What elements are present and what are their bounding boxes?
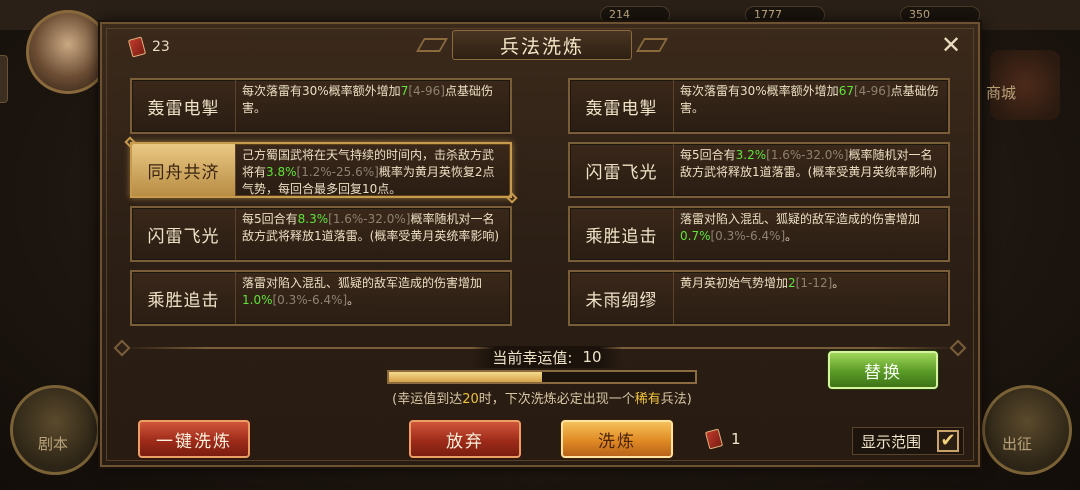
skill-text: 每次落雷有30%概率额外增加 (242, 84, 401, 98)
show-range-checkbox[interactable]: ✔ (937, 430, 959, 452)
player-avatar[interactable] (26, 10, 110, 94)
luck-note: (幸运值到达20时，下次洗炼必定出现一个稀有兵法) (102, 388, 982, 407)
refine-button[interactable]: 洗炼 (561, 420, 673, 458)
title-ornament-left (415, 38, 449, 52)
luck-label: 当前幸运值: (492, 348, 573, 367)
skill-card[interactable]: 乘胜追击 落雷对陷入混乱、狐疑的敌军造成的伤害增加 0.7%[0.3%-6.4%]。 (568, 206, 950, 262)
skill-card[interactable]: 未雨绸缪 黄月英初始气势增加2[1-12]。 (568, 270, 950, 326)
skill-description: 每次落雷有30%概率额外增加67[4-96]点基础伤害。 (674, 80, 948, 132)
skill-range: [1.6%-32.0%] (766, 148, 849, 162)
skill-name: 轰雷电掣 (570, 80, 674, 132)
skill-name: 未雨绸缪 (570, 272, 674, 324)
skill-text: 落雷对陷入混乱、狐疑的敌军造成的伤害增加 (680, 212, 921, 226)
give-up-button[interactable]: 放弃 (409, 420, 521, 458)
scroll-counter: 23 (127, 36, 170, 58)
divider-ornament (113, 339, 131, 357)
shop-label: 商城 (986, 84, 1017, 102)
luck-value: 10 (582, 348, 602, 366)
refine-cost-amount: 1 (731, 430, 741, 448)
skill-text: 。 (785, 229, 798, 243)
scroll-count: 23 (152, 39, 170, 55)
skill-text: 黄月英初始气势增加 (680, 276, 789, 290)
replace-button[interactable]: 替换 (828, 351, 938, 389)
skill-text: 落雷对陷入混乱、狐疑的敌军造成的伤害增加 (242, 276, 483, 290)
skill-description: 每5回合有3.2%[1.6%-32.0%]概率随机对一名敌方武将释放1道落雷。(… (674, 144, 948, 196)
luck-progress-bar (387, 370, 697, 384)
one-click-refine-button[interactable]: 一键洗炼 (138, 420, 250, 458)
skill-name: 乘胜追击 (570, 208, 674, 260)
luck-note-prefix: (幸运值到达 (392, 392, 463, 407)
march-button-label: 出征 (1002, 435, 1033, 453)
skill-refine-dialog: 23 兵法洗炼 ✕ 轰雷电掣 每次落雷有30%概率额外增加7[4-96]点基础伤害… (100, 22, 980, 467)
side-tab[interactable] (0, 55, 8, 103)
skill-value: 3.2% (735, 148, 767, 162)
skill-range: [0.3%-6.4%] (272, 293, 348, 307)
script-button-label: 剧本 (38, 435, 69, 453)
skill-value: 2 (788, 276, 796, 290)
title-ornament-right (635, 38, 669, 52)
skill-card[interactable]: 闪雷飞光 每5回合有3.2%[1.6%-32.0%]概率随机对一名敌方武将释放1道… (568, 142, 950, 198)
show-range-toggle[interactable]: 显示范围 ✔ (852, 427, 964, 455)
skill-name: 闪雷飞光 (570, 144, 674, 196)
skill-range: [4-96] (853, 84, 891, 98)
refine-cost: 1 (704, 428, 741, 450)
skill-description: 己方蜀国武将在天气持续的时间内，击杀敌方武将有3.8%[1.2%-25.6%]概… (236, 144, 510, 196)
skill-text: 。 (832, 276, 845, 290)
skill-range: [1-12] (795, 276, 833, 290)
luck-value-plate: 当前幸运值: 10 (472, 346, 622, 368)
skill-name: 同舟共济 (132, 144, 236, 196)
skill-range: [4-96] (408, 84, 445, 98)
skill-description: 黄月英初始气势增加2[1-12]。 (674, 272, 948, 324)
skill-text: 每5回合有 (680, 148, 736, 162)
skill-text: 每5回合有 (242, 212, 298, 226)
skill-description: 每次落雷有30%概率额外增加7[4-96]点基础伤害。 (236, 80, 510, 132)
divider-ornament (949, 339, 967, 357)
luck-note-mid: 时，下次洗炼必定出现一个 (478, 392, 635, 407)
dialog-title-plate: 兵法洗炼 (452, 30, 632, 60)
skill-text: 。 (347, 293, 360, 307)
close-icon[interactable]: ✕ (938, 32, 964, 58)
skill-value: 0.7% (680, 229, 711, 243)
skill-value: 67 (838, 84, 854, 98)
skill-text: 每次落雷有30%概率额外增加 (680, 84, 839, 98)
skill-description: 落雷对陷入混乱、狐疑的敌军造成的伤害增加 1.0%[0.3%-6.4%]。 (236, 272, 510, 324)
luck-note-threshold: 20 (462, 392, 479, 407)
luck-note-rare: 稀有 (634, 392, 661, 407)
script-button[interactable] (10, 385, 100, 475)
luck-progress-fill (389, 372, 542, 382)
skill-card[interactable]: 同舟共济 己方蜀国武将在天气持续的时间内，击杀敌方武将有3.8%[1.2%-25.… (124, 136, 518, 204)
refine-scroll-icon (704, 428, 724, 450)
skill-card[interactable]: 轰雷电掣 每次落雷有30%概率额外增加67[4-96]点基础伤害。 (568, 78, 950, 134)
skill-value: 1.0% (242, 293, 273, 307)
skill-card[interactable]: 乘胜追击 落雷对陷入混乱、狐疑的敌军造成的伤害增加 1.0%[0.3%-6.4%]。 (130, 270, 512, 326)
skill-range: [1.6%-32.0%] (328, 212, 411, 226)
skill-range: [1.2%-25.6%] (296, 165, 379, 179)
skill-range: [0.3%-6.4%] (710, 229, 786, 243)
skill-value: 8.3% (297, 212, 329, 226)
skill-description: 每5回合有8.3%[1.6%-32.0%]概率随机对一名敌方武将释放1道落雷。(… (236, 208, 510, 260)
march-button[interactable] (982, 385, 1072, 475)
skill-name: 乘胜追击 (132, 272, 236, 324)
skill-card[interactable]: 轰雷电掣 每次落雷有30%概率额外增加7[4-96]点基础伤害。 (130, 78, 512, 134)
skill-value: 3.8% (266, 165, 297, 179)
skill-name: 闪雷飞光 (132, 208, 236, 260)
luck-note-suffix: 兵法) (660, 392, 692, 407)
skill-name: 轰雷电掣 (132, 80, 236, 132)
skill-description: 落雷对陷入混乱、狐疑的敌军造成的伤害增加 0.7%[0.3%-6.4%]。 (674, 208, 948, 260)
skill-card[interactable]: 闪雷飞光 每5回合有8.3%[1.6%-32.0%]概率随机对一名敌方武将释放1道… (130, 206, 512, 262)
refine-scroll-icon (127, 36, 147, 58)
show-range-label: 显示范围 (861, 432, 922, 451)
dialog-title: 兵法洗炼 (499, 35, 584, 58)
